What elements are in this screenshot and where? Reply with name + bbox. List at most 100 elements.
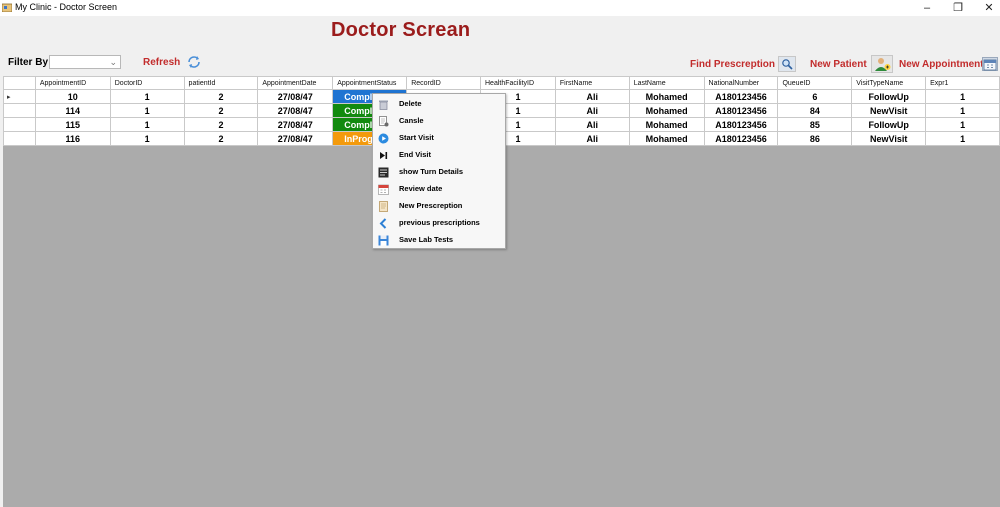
table-cell[interactable]: 1 — [925, 117, 1000, 132]
table-cell[interactable]: 6 — [777, 89, 853, 104]
table-cell[interactable]: 1 — [925, 131, 1000, 146]
refresh-icon[interactable] — [185, 55, 203, 69]
maximize-button[interactable]: ❐ — [944, 0, 972, 16]
table-cell[interactable]: 2 — [183, 103, 259, 118]
find-prescription-label[interactable]: Find Prescreption — [690, 59, 775, 70]
menu-item-label: Delete — [399, 99, 422, 108]
table-cell[interactable]: 84 — [777, 103, 853, 118]
table-cell[interactable]: Ali — [554, 103, 630, 118]
menu-item-review-date[interactable]: Review date — [374, 181, 504, 198]
table-cell[interactable]: Mohamed — [628, 89, 705, 104]
menu-item-label: Cansle — [399, 116, 424, 125]
close-button[interactable]: ✕ — [975, 0, 1000, 16]
table-cell[interactable]: 1 — [109, 103, 185, 118]
column-header[interactable]: AppointmentDate — [257, 76, 334, 90]
grid-corner-header — [3, 76, 36, 90]
column-header[interactable]: NationalNumber — [703, 76, 779, 90]
row-selector[interactable] — [3, 103, 36, 118]
menu-item-end-visit[interactable]: End Visit — [374, 147, 504, 164]
table-cell[interactable]: 1 — [109, 117, 185, 132]
table-cell[interactable]: 27/08/47 — [257, 103, 334, 118]
page-title: Doctor Screan — [331, 19, 471, 41]
table-cell[interactable]: 85 — [777, 117, 853, 132]
table-cell[interactable]: 86 — [777, 131, 853, 146]
app-icon — [2, 3, 12, 12]
table-cell[interactable]: A180123456 — [703, 103, 779, 118]
table-cell[interactable]: 10 — [34, 89, 111, 104]
find-prescription-button[interactable] — [778, 56, 796, 72]
refresh-label[interactable]: Refresh — [143, 57, 180, 68]
column-header[interactable]: QueueID — [777, 76, 853, 90]
table-cell[interactable]: 116 — [34, 131, 111, 146]
table-cell[interactable]: Ali — [554, 131, 630, 146]
table-cell[interactable]: FollowUp — [851, 89, 927, 104]
menu-item-label: New Prescreption — [399, 201, 463, 210]
table-cell[interactable]: NewVisit — [851, 131, 927, 146]
table-cell[interactable]: A180123456 — [703, 117, 779, 132]
menu-item-save-lab-tests[interactable]: Save Lab Tests — [374, 232, 504, 249]
menu-item-start-visit[interactable]: Start Visit — [374, 130, 504, 147]
menu-item-label: End Visit — [399, 150, 431, 159]
column-header[interactable]: AppointmentID — [34, 76, 111, 90]
table-cell[interactable]: A180123456 — [703, 89, 779, 104]
table-cell[interactable]: 114 — [34, 103, 111, 118]
column-header[interactable]: LastName — [628, 76, 705, 90]
table-cell[interactable]: 1 — [925, 89, 1000, 104]
trash-icon — [379, 100, 388, 110]
window-title-bar: My Clinic - Doctor Screen – ❐ ✕ — [0, 0, 1000, 16]
new-patient-label[interactable]: New Patient — [810, 59, 867, 70]
calendar-icon — [378, 184, 389, 195]
table-cell[interactable]: NewVisit — [851, 103, 927, 118]
column-header[interactable]: HealthFacilityID — [480, 76, 556, 90]
column-header[interactable]: Expr1 — [925, 76, 1000, 90]
magnifier-icon — [782, 59, 793, 70]
table-cell[interactable]: 27/08/47 — [257, 117, 334, 132]
filter-by-select[interactable]: ⌄ — [49, 55, 121, 69]
table-cell[interactable]: A180123456 — [703, 131, 779, 146]
table-cell[interactable]: 1 — [109, 89, 185, 104]
new-appointment-label[interactable]: New Appointment — [899, 59, 984, 70]
column-header[interactable]: patientId — [183, 76, 259, 90]
table-cell[interactable]: 27/08/47 — [257, 131, 334, 146]
column-header[interactable]: DoctorID — [109, 76, 185, 90]
minimize-button[interactable]: – — [913, 0, 941, 16]
prescription-doc-icon — [379, 201, 388, 212]
table-cell[interactable]: 1 — [109, 131, 185, 146]
table-cell[interactable]: 2 — [183, 89, 259, 104]
menu-item-previous-prescriptions[interactable]: previous prescriptions — [374, 215, 504, 232]
window-title: My Clinic - Doctor Screen — [15, 2, 118, 12]
table-cell[interactable]: 1 — [925, 103, 1000, 118]
table-cell[interactable]: Mohamed — [628, 117, 705, 132]
table-cell[interactable]: 115 — [34, 117, 111, 132]
column-header[interactable]: VisitTypeName — [851, 76, 927, 90]
table-cell[interactable]: 27/08/47 — [257, 89, 334, 104]
grid-header-row: AppointmentID DoctorID patientId Appoint… — [3, 76, 1000, 90]
row-selector[interactable]: ▸ — [3, 89, 36, 104]
new-patient-button[interactable] — [871, 55, 893, 73]
calendar-add-icon[interactable] — [982, 57, 998, 71]
table-cell[interactable]: Ali — [554, 117, 630, 132]
table-cell[interactable]: Ali — [554, 89, 630, 104]
column-header[interactable]: AppointmentStatus — [332, 76, 408, 90]
menu-item-delete[interactable]: Delete — [374, 96, 504, 113]
save-disk-icon — [378, 235, 389, 246]
column-header[interactable]: FirstName — [554, 76, 630, 90]
back-chevron-icon — [379, 218, 387, 229]
menu-item-label: show Turn Details — [399, 167, 464, 176]
column-header[interactable]: RecordID — [406, 76, 481, 90]
context-menu: Delete Cansle Start Visit End Visit show… — [372, 93, 506, 249]
menu-item-show-turn-details[interactable]: show Turn Details — [374, 164, 504, 181]
menu-item-label: previous prescriptions — [399, 218, 480, 227]
table-cell[interactable]: Mohamed — [628, 131, 705, 146]
row-selector[interactable] — [3, 131, 36, 146]
cancel-doc-icon — [379, 116, 389, 127]
table-cell[interactable]: 2 — [183, 117, 259, 132]
add-user-icon — [875, 58, 891, 71]
row-selector[interactable] — [3, 117, 36, 132]
menu-item-cancel[interactable]: Cansle — [374, 113, 504, 130]
table-cell[interactable]: Mohamed — [628, 103, 705, 118]
table-cell[interactable]: 2 — [183, 131, 259, 146]
chevron-down-icon: ⌄ — [109, 57, 117, 67]
menu-item-new-prescription[interactable]: New Prescreption — [374, 198, 504, 215]
table-cell[interactable]: FollowUp — [851, 117, 927, 132]
